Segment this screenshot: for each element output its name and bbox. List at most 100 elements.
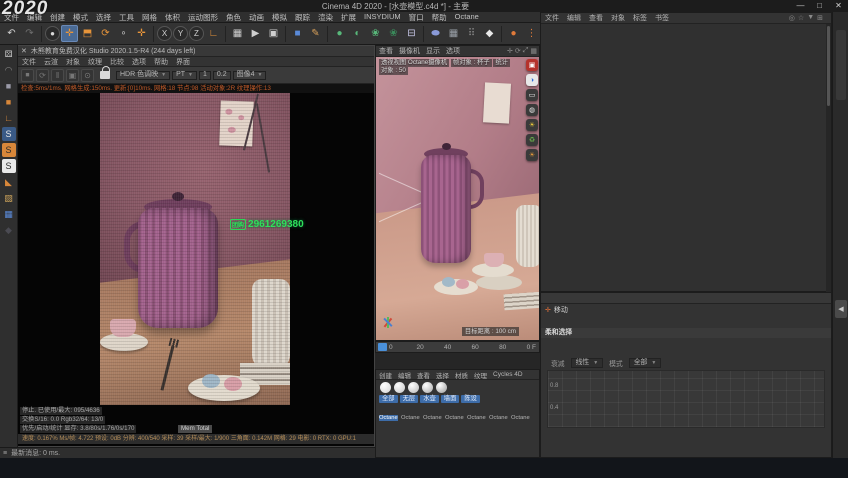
menu-item[interactable]: 渲染: [314, 12, 337, 23]
mode-icon[interactable]: ∟: [2, 111, 16, 125]
menu-item[interactable]: 扩展: [337, 12, 360, 23]
render-control-icon[interactable]: ⊙: [81, 69, 94, 82]
menu-item[interactable]: 标签: [629, 13, 651, 23]
toolbar-icon[interactable]: [225, 26, 226, 42]
falloff-curve[interactable]: 0.8 0.4: [547, 370, 825, 428]
render-canvas[interactable]: 团购 2961269380 停止. 已使用/最大: 095/4636 交换S/1…: [18, 93, 374, 446]
toolbar-icon[interactable]: ⋮: [523, 25, 540, 42]
material-thumbnail[interactable]: Octane: [379, 406, 399, 424]
view-control-icon[interactable]: ▦: [530, 47, 537, 55]
tonemap-dropdown[interactable]: HDR 色调映▼: [116, 71, 170, 80]
region-field[interactable]: 0.2: [213, 71, 231, 80]
menu-item[interactable]: 查看: [376, 46, 396, 56]
menu-item[interactable]: 体积: [161, 12, 184, 23]
toolbar-icon[interactable]: ⟳: [97, 25, 114, 42]
falloff-dropdown[interactable]: 线性▼: [571, 358, 604, 368]
menu-item[interactable]: 书签: [651, 13, 673, 23]
maximize-button[interactable]: □: [810, 0, 829, 12]
timeline-ruler[interactable]: 020406080 0 F: [375, 341, 540, 353]
toolbar-icon[interactable]: ⠿: [463, 25, 480, 42]
mode-icon[interactable]: ◠: [2, 63, 16, 77]
toolbar-icon[interactable]: [501, 26, 502, 42]
toolbar-icon[interactable]: ❀: [385, 25, 402, 42]
material-sphere-icon[interactable]: [394, 382, 405, 393]
menu-item[interactable]: 模式: [69, 12, 92, 23]
material-sphere-icon[interactable]: [436, 382, 447, 393]
material-sphere-icon[interactable]: [380, 382, 391, 393]
material-sphere-icon[interactable]: [408, 382, 419, 393]
toolbar-icon[interactable]: ●: [505, 25, 522, 42]
menu-item[interactable]: 选择: [92, 12, 115, 23]
mode-icon[interactable]: ◆: [2, 223, 16, 237]
toolbar-icon[interactable]: ❀: [367, 25, 384, 42]
dock-collapse-button[interactable]: ◀: [835, 300, 847, 318]
menu-item[interactable]: 选项: [128, 57, 150, 67]
toolbar-icon[interactable]: ▦: [445, 25, 462, 42]
toolbar-icon[interactable]: ⊟: [403, 25, 420, 42]
toolbar-icon[interactable]: ✛: [133, 25, 150, 42]
toolbar-icon[interactable]: [423, 26, 424, 42]
mode-icon[interactable]: ◣: [2, 175, 16, 189]
menu-item[interactable]: 纹理: [471, 370, 490, 380]
dock-tab[interactable]: [836, 30, 846, 100]
menu-item[interactable]: 模拟: [268, 12, 291, 23]
menu-item[interactable]: 帮助: [428, 12, 451, 23]
toolbar-icon[interactable]: ▣: [265, 25, 282, 42]
toolbar-icon[interactable]: ✎: [307, 25, 324, 42]
menu-item[interactable]: 查看: [414, 370, 433, 380]
menu-item[interactable]: 编辑: [563, 13, 585, 23]
menu-item[interactable]: 界面: [172, 57, 194, 67]
render-control-icon[interactable]: ⏹: [21, 69, 34, 82]
layer-tab[interactable]: 陈设: [461, 395, 480, 403]
octane-strip-button[interactable]: ☀: [526, 119, 538, 131]
menu-item[interactable]: 显示: [423, 46, 443, 56]
toolbar-icon[interactable]: ⬬: [427, 25, 444, 42]
mode-icon[interactable]: ⚄: [2, 47, 16, 61]
material-thumbnail[interactable]: Octane: [423, 406, 443, 424]
toolbar-icon[interactable]: Z: [189, 26, 204, 41]
mode-icon[interactable]: S: [2, 143, 16, 157]
toolbar-icon[interactable]: [41, 26, 42, 42]
menu-item[interactable]: 运动图形: [184, 12, 222, 23]
layer-tab[interactable]: 无层: [400, 395, 419, 403]
menu-item[interactable]: 帮助: [150, 57, 172, 67]
filter-icon[interactable]: ☆: [798, 14, 804, 22]
menu-item[interactable]: 创建: [46, 12, 69, 23]
material-thumbnail[interactable]: Octane: [467, 406, 487, 424]
menu-item[interactable]: INSYDIUM: [360, 12, 405, 23]
toolbar-icon[interactable]: ▶: [247, 25, 264, 42]
octane-strip-button[interactable]: ▣: [526, 59, 538, 71]
layer-tab[interactable]: 水壶: [420, 395, 439, 403]
menu-item[interactable]: Cycles 4D: [490, 371, 526, 378]
toolbar-icon[interactable]: ⬒: [79, 25, 96, 42]
toolbar-icon[interactable]: ∟: [205, 25, 222, 42]
layer-tab[interactable]: 全部: [379, 395, 398, 403]
toolbar-icon[interactable]: ●: [331, 25, 348, 42]
mode-icon[interactable]: ■: [2, 79, 16, 93]
render-control-icon[interactable]: ‖: [51, 69, 64, 82]
mode-icon[interactable]: ▨: [2, 191, 16, 205]
menu-item[interactable]: 纹理: [84, 57, 106, 67]
menu-item[interactable]: 文件: [541, 13, 563, 23]
menu-item[interactable]: 对象: [607, 13, 629, 23]
close-button[interactable]: ✕: [829, 0, 848, 12]
menu-item[interactable]: 云渲: [40, 57, 62, 67]
kernel-dropdown[interactable]: PT▼: [172, 71, 197, 80]
mode-icon[interactable]: S: [2, 159, 16, 173]
menu-item[interactable]: 编辑: [395, 370, 414, 380]
menu-item[interactable]: Octane: [451, 12, 483, 23]
menu-item[interactable]: 创建: [376, 370, 395, 380]
octane-strip-button[interactable]: ▭: [526, 89, 538, 101]
menu-item[interactable]: 角色: [222, 12, 245, 23]
menu-item[interactable]: 选择: [433, 370, 452, 380]
toolbar-icon[interactable]: ■: [289, 25, 306, 42]
toolbar-icon[interactable]: Y: [173, 26, 188, 41]
layer-tab[interactable]: 墙面: [441, 395, 460, 403]
material-thumbnail[interactable]: Octane: [445, 406, 465, 424]
filter-icon[interactable]: ▼: [807, 14, 814, 22]
menu-item[interactable]: 动画: [245, 12, 268, 23]
timeline-playhead[interactable]: [378, 343, 387, 351]
menu-item[interactable]: 比较: [106, 57, 128, 67]
menu-item[interactable]: 查看: [585, 13, 607, 23]
toolbar-icon[interactable]: ✛: [61, 25, 78, 42]
